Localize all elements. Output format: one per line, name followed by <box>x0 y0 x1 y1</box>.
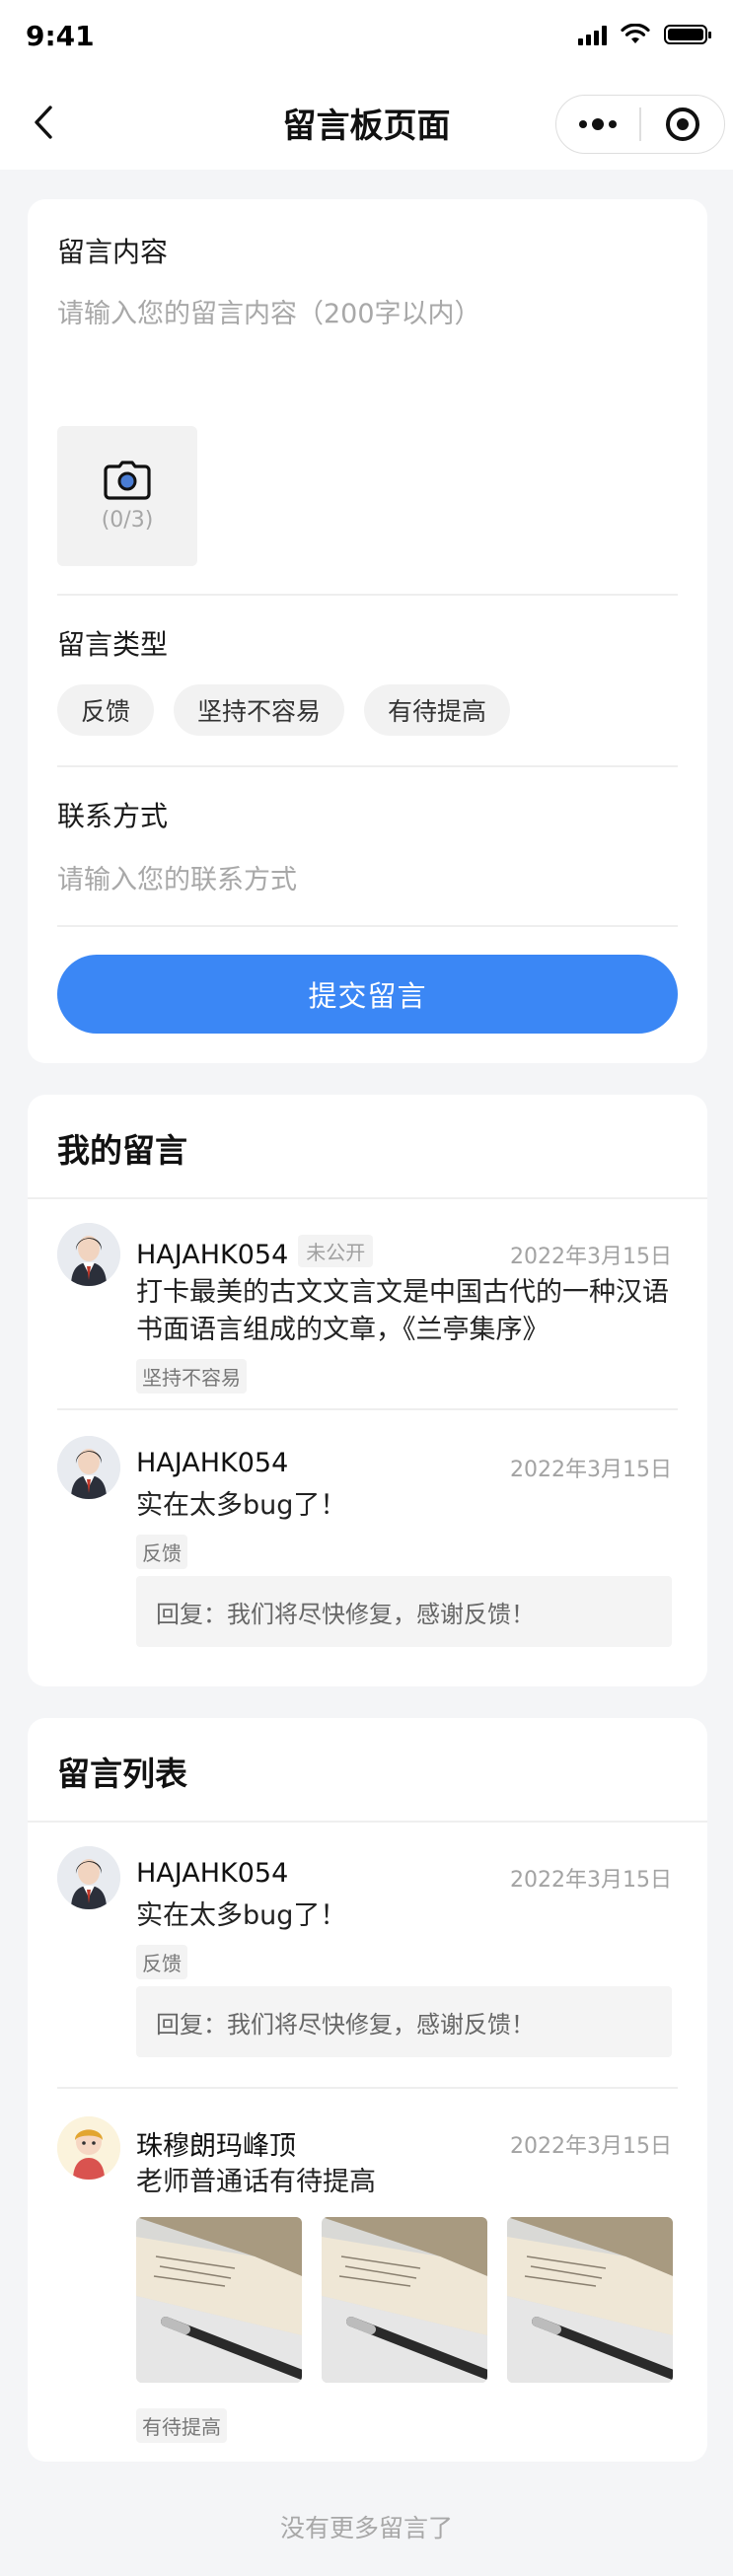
notebook-pen-image <box>507 2217 673 2383</box>
my-messages-title: 我的留言 <box>57 1131 187 1170</box>
my-messages-card: 我的留言 HAJAHK054 未公开 2022年3月15日 打卡最美的古文文言文是… <box>28 1095 707 1686</box>
content-textarea[interactable]: 请输入您的留言内容（200字以内） <box>57 292 481 330</box>
message-text: 实在太多bug了！ <box>136 1900 347 1931</box>
avatar <box>57 2116 120 2180</box>
avatar <box>57 1223 120 1286</box>
message-text: 打卡最美的古文文言文是中国古代的一种汉语书面语言组成的文章，《兰亭集序》 <box>136 1277 669 1345</box>
avatar-image <box>57 1436 120 1499</box>
message-list-card: 留言列表 HAJAHK054 2022年3月15日 实在太多bug了！ 反馈 回… <box>28 1718 707 2462</box>
message-images <box>136 2217 673 2383</box>
notebook-pen-image <box>322 2217 487 2383</box>
message-author: HAJAHK054 未公开 <box>136 1235 374 1270</box>
notebook-pen-image <box>136 2217 302 2383</box>
upload-count: (0/3) <box>101 507 154 533</box>
message-type-tag: 坚持不容易 <box>136 1359 247 1394</box>
author-name: HAJAHK054 <box>136 1858 289 1889</box>
divider <box>57 765 678 767</box>
nav-bar: 留言板页面 <box>0 73 733 170</box>
avatar <box>57 1846 120 1909</box>
message-date: 2022年3月15日 <box>510 1868 672 1893</box>
target-icon <box>665 107 699 141</box>
type-label: 留言类型 <box>57 628 169 661</box>
author-name: HAJAHK054 <box>136 1448 289 1478</box>
divider <box>57 2087 678 2089</box>
avatar-image <box>57 1846 120 1909</box>
type-chip-feedback[interactable]: 反馈 <box>57 684 155 736</box>
more-button[interactable] <box>556 96 639 153</box>
reply-box: 回复：我们将尽快修复，感谢反馈！ <box>136 1576 672 1647</box>
mini-program-capsule <box>555 95 725 154</box>
message-text: 实在太多bug了！ <box>136 1490 347 1521</box>
private-badge: 未公开 <box>298 1235 374 1267</box>
avatar <box>57 1436 120 1499</box>
type-chip-improvement[interactable]: 有待提高 <box>364 684 511 736</box>
status-bar: 9:41 <box>0 0 733 73</box>
message-date: 2022年3月15日 <box>510 1245 672 1269</box>
close-mini-program-button[interactable] <box>641 96 724 153</box>
message-date: 2022年3月15日 <box>510 1458 672 1482</box>
divider <box>57 925 678 927</box>
contact-input[interactable]: 请输入您的联系方式 <box>57 858 297 896</box>
image-upload-button[interactable]: (0/3) <box>57 426 197 566</box>
wifi-icon <box>621 24 650 43</box>
submit-button[interactable]: 提交留言 <box>57 955 678 1034</box>
reply-box: 回复：我们将尽快修复，感谢反馈！ <box>136 1986 672 2057</box>
status-time: 9:41 <box>26 20 95 52</box>
message-form-card: 留言内容 请输入您的留言内容（200字以内） (0/3) 留言类型 反馈 坚持不… <box>28 199 707 1063</box>
status-icons <box>578 24 711 45</box>
cellular-signal-icon <box>578 24 607 45</box>
message-list-title: 留言列表 <box>57 1754 187 1793</box>
avatar-image <box>57 2116 120 2180</box>
avatar-image <box>57 1223 120 1286</box>
message-type-tag: 反馈 <box>136 1945 187 1979</box>
divider <box>57 594 678 596</box>
message-image-thumbnail[interactable] <box>322 2217 487 2383</box>
author-name: 珠穆朗玛峰顶 <box>136 2131 296 2162</box>
message-text: 老师普通话有待提高 <box>136 2167 376 2197</box>
type-chips: 反馈 坚持不容易 有待提高 <box>57 684 511 736</box>
message-type-tag: 有待提高 <box>136 2408 227 2443</box>
message-image-thumbnail[interactable] <box>136 2217 302 2383</box>
no-more-messages-text: 没有更多留言了 <box>279 2514 453 2542</box>
type-chip-persistence[interactable]: 坚持不容易 <box>174 684 345 736</box>
camera-icon <box>104 460 151 500</box>
battery-icon <box>664 25 711 44</box>
author-name: HAJAHK054 <box>136 1240 289 1270</box>
message-image-thumbnail[interactable] <box>507 2217 673 2383</box>
more-dots-icon <box>579 118 618 130</box>
contact-label: 联系方式 <box>57 800 169 832</box>
message-date: 2022年3月15日 <box>510 2134 672 2159</box>
divider <box>57 1408 678 1410</box>
content-label: 留言内容 <box>57 236 169 268</box>
divider <box>28 1821 707 1823</box>
message-type-tag: 反馈 <box>136 1535 187 1569</box>
divider <box>28 1197 707 1199</box>
